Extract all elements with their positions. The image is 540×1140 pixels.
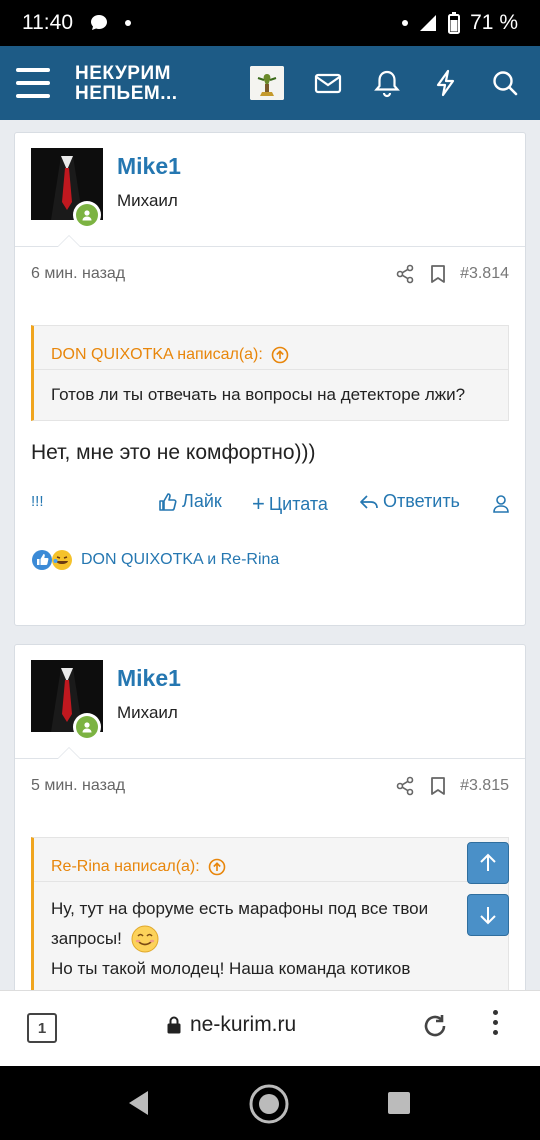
share-icon[interactable] <box>395 776 415 796</box>
tab-switcher-button[interactable]: 1 <box>27 1013 57 1043</box>
post-time[interactable]: 6 мин. назад <box>31 265 125 283</box>
post-meta: 6 мин. назад #3.814 <box>15 247 525 303</box>
report-link[interactable]: !!! <box>31 493 44 510</box>
battery-icon <box>448 12 461 34</box>
like-label: Лайк <box>182 491 222 511</box>
reload-icon[interactable] <box>420 1011 450 1041</box>
address-bar[interactable]: ne-kurim.ru <box>166 1013 296 1037</box>
arrow-up-circle-icon[interactable] <box>271 346 289 364</box>
site-header: НЕКУРИМ НЕПЬЕМ... <box>0 46 540 120</box>
reactions-text: DON QUIXOTKA и Re-Rina <box>81 551 280 568</box>
scroll-down-button[interactable] <box>467 894 509 936</box>
lightning-icon[interactable] <box>431 68 461 98</box>
notification-dot-icon <box>125 20 131 26</box>
author-title: Михаил <box>117 191 178 210</box>
author-name[interactable]: Mike1 <box>117 665 181 692</box>
reactions-bar[interactable]: DON QUIXOTKA и Re-Rina <box>15 529 525 591</box>
quote-block: DON QUIXOTKA написал(а): Готов ли ты отв… <box>31 325 509 421</box>
quote-author-text: Re-Rina написал(а): <box>51 857 200 875</box>
laugh-reaction-icon <box>52 550 72 570</box>
reply-icon <box>360 494 378 509</box>
url-text: ne-kurim.ru <box>190 1013 297 1036</box>
back-icon[interactable] <box>126 1089 152 1117</box>
quote-author[interactable]: Re-Rina написал(а): <box>34 838 508 882</box>
quote-author[interactable]: DON QUIXOTKA написал(а): <box>34 326 508 370</box>
notification-dot-icon <box>402 20 409 26</box>
smiling-emoji-icon <box>131 925 159 953</box>
browser-menu-icon[interactable] <box>491 1010 499 1035</box>
author-block-notch <box>57 747 81 759</box>
chat-bubble-icon <box>91 15 107 30</box>
plus-icon: + <box>252 491 265 516</box>
search-icon[interactable] <box>490 68 520 98</box>
reply-button[interactable]: Ответить <box>359 491 460 512</box>
scroll-up-button[interactable] <box>467 842 509 884</box>
quote-label: Цитата <box>268 493 328 514</box>
quote-button[interactable]: + Цитата <box>252 491 328 517</box>
site-logo[interactable]: НЕКУРИМ НЕПЬЕМ... <box>75 64 178 104</box>
online-status-icon <box>73 713 101 741</box>
post: Mike1 Михаил 6 мин. назад #3.814 DON QUI… <box>14 132 526 626</box>
post-author-block: Mike1 Михаил <box>15 645 525 759</box>
post-meta: 5 мин. назад #3.815 <box>15 759 525 815</box>
author-name[interactable]: Mike1 <box>117 153 181 180</box>
menu-icon[interactable] <box>16 68 50 98</box>
post-author-block: Mike1 Михаил <box>15 133 525 247</box>
home-icon[interactable] <box>248 1083 290 1125</box>
bell-icon[interactable] <box>372 68 402 98</box>
post-number[interactable]: #3.814 <box>460 265 509 283</box>
quote-author-text: DON QUIXOTKA написал(а): <box>51 345 263 363</box>
mail-icon[interactable] <box>313 68 343 98</box>
thread-content: Mike1 Михаил 6 мин. назад #3.814 DON QUI… <box>0 120 540 990</box>
post: Mike1 Михаил 5 мин. назад #3.815 Re-Rina… <box>14 644 526 990</box>
quote-text: Ну, тут на форуме есть марафоны под все … <box>34 882 508 990</box>
recents-icon[interactable] <box>387 1091 411 1115</box>
logo-line-2: НЕПЬЕМ... <box>75 83 178 104</box>
status-time: 11:40 <box>22 11 73 34</box>
quote-block: Re-Rina написал(а): Ну, тут на форуме ес… <box>31 837 509 990</box>
post-message: Нет, мне это не комфортно))) <box>31 441 316 464</box>
thumbs-up-icon <box>159 492 177 511</box>
arrow-down-icon <box>480 907 496 925</box>
like-button[interactable]: Лайк <box>158 491 222 512</box>
author-block-notch <box>57 235 81 247</box>
like-reaction-icon <box>32 550 52 570</box>
bookmark-icon[interactable] <box>429 264 447 284</box>
quote-line: Ну, тут на форуме есть марафоны под все … <box>51 899 429 918</box>
quote-line: запросы! <box>51 929 122 948</box>
post-time[interactable]: 5 мин. назад <box>31 777 125 795</box>
status-bar: 11:40 71 % <box>0 0 540 46</box>
author-title: Михаил <box>117 703 178 722</box>
battery-percent: 71 % <box>470 11 518 34</box>
post-number[interactable]: #3.815 <box>460 777 509 795</box>
arrow-up-circle-icon[interactable] <box>208 858 226 876</box>
quote-text: Готов ли ты отвечать на вопросы на детек… <box>51 385 466 404</box>
browser-toolbar: 1 ne-kurim.ru <box>0 990 540 1066</box>
system-nav-bar <box>0 1066 540 1140</box>
signal-icon <box>420 15 437 31</box>
post-actions: !!! Лайк + Цитата Ответить <box>15 479 525 529</box>
share-icon[interactable] <box>395 264 415 284</box>
quote-line-with-emoji: запросы! <box>51 924 491 954</box>
logo-line-1: НЕКУРИМ <box>75 63 171 84</box>
online-status-icon <box>73 201 101 229</box>
arrow-up-icon <box>480 853 496 871</box>
reply-label: Ответить <box>383 491 460 511</box>
user-avatar[interactable] <box>250 66 284 100</box>
quote-line: Но ты такой молодец! Наша команда котико… <box>51 959 411 978</box>
bookmark-icon[interactable] <box>429 776 447 796</box>
lock-icon <box>167 1016 181 1034</box>
user-icon[interactable] <box>492 494 510 514</box>
